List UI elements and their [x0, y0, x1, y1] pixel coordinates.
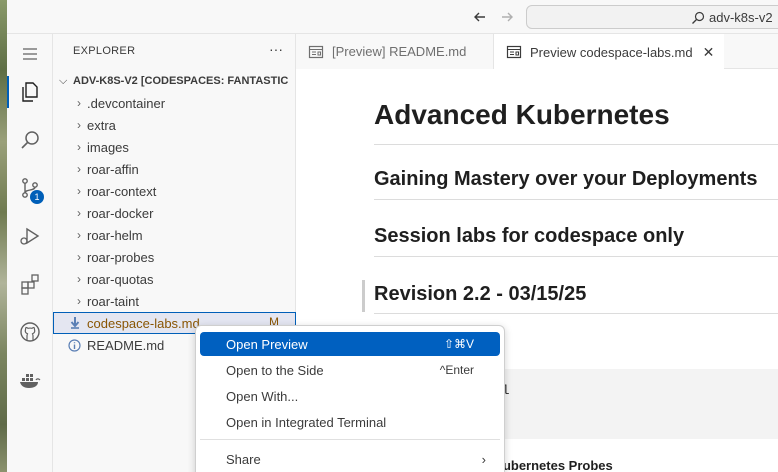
explorer-activity[interactable]: [7, 72, 53, 112]
file-label: README.md: [87, 337, 165, 353]
tab-preview-readme[interactable]: [Preview] README.md: [296, 34, 494, 69]
blockquote-bar: [362, 280, 365, 312]
source-control-activity[interactable]: 1: [7, 168, 53, 208]
docker-activity[interactable]: [7, 360, 53, 400]
explorer-title: EXPLORER: [73, 45, 136, 57]
docker-icon: [20, 374, 41, 388]
menu-item-label: Open Preview: [226, 336, 308, 352]
search-icon: [692, 11, 705, 24]
run-debug-activity[interactable]: [7, 216, 53, 256]
menu-item-open-in-terminal[interactable]: Open in Integrated Terminal: [200, 410, 500, 434]
chevron-right-icon: ›: [77, 118, 81, 132]
run-debug-icon: [20, 227, 40, 245]
scm-badge: 1: [30, 190, 44, 204]
tab-label: [Preview] README.md: [332, 44, 467, 59]
chevron-right-icon: ›: [77, 228, 81, 242]
chevron-right-icon: ›: [481, 451, 486, 467]
menu-item-shortcut: ^Enter: [439, 363, 474, 377]
menu-item-open-to-side[interactable]: Open to the Side ^Enter: [200, 358, 500, 382]
chevron-right-icon: ›: [77, 140, 81, 154]
heading-divider: [374, 313, 778, 314]
tree-folder-roar-affin[interactable]: › roar-affin: [53, 158, 296, 180]
folder-label: .devcontainer: [87, 95, 166, 111]
close-icon[interactable]: ✕: [703, 44, 715, 61]
extensions-activity[interactable]: [7, 264, 53, 304]
tree-folder-roar-context[interactable]: › roar-context: [53, 180, 296, 202]
github-icon: [20, 322, 40, 342]
workspace-root-label: ADV-K8S-V2 [CODESPACES: FANTASTIC: [73, 75, 289, 87]
menu-item-open-preview[interactable]: Open Preview ⇧⌘V: [200, 332, 500, 356]
tree-folder-extra[interactable]: › extra: [53, 114, 296, 136]
search-activity[interactable]: [7, 120, 53, 160]
chevron-right-icon: ›: [77, 250, 81, 264]
folder-label: roar-affin: [87, 161, 139, 177]
menu-item-label: Open in Integrated Terminal: [226, 414, 387, 430]
chevron-right-icon: ›: [77, 206, 81, 220]
preview-heading-2: Session labs for codespace only: [374, 225, 685, 247]
preview-icon: [506, 45, 522, 59]
menu-item-label: Open With...: [226, 388, 299, 404]
folder-label: roar-taint: [87, 293, 140, 309]
folder-label: roar-quotas: [87, 271, 154, 287]
files-icon: [22, 82, 38, 102]
chevron-right-icon: ›: [77, 272, 81, 286]
github-activity[interactable]: [7, 312, 53, 352]
tree-folder-roar-quotas[interactable]: › roar-quotas: [53, 268, 296, 290]
tab-preview-codespace-labs[interactable]: Preview codespace-labs.md ✕: [494, 34, 724, 70]
search-text: adv-k8s-v2: [709, 10, 773, 25]
menu-item-label: Open to the Side: [226, 362, 324, 378]
forward-arrow-icon[interactable]: [497, 7, 517, 27]
tree-folder-images[interactable]: › images: [53, 136, 296, 158]
heading-divider: [374, 144, 778, 145]
tree-folder-roar-helm[interactable]: › roar-helm: [53, 224, 296, 246]
tree-folder-devcontainer[interactable]: › .devcontainer: [53, 92, 296, 114]
tree-folder-roar-taint[interactable]: › roar-taint: [53, 290, 296, 312]
context-menu: Open Preview ⇧⌘V Open to the Side ^Enter…: [195, 325, 505, 472]
editor-tabs: [Preview] README.md Preview codespace-la…: [296, 34, 778, 70]
preview-heading-1: Advanced Kubernetes: [374, 99, 670, 130]
folder-label: roar-docker: [87, 205, 154, 221]
extensions-icon: [21, 274, 39, 295]
title-bar: adv-k8s-v2: [7, 0, 778, 34]
chevron-down-icon: ⌵: [59, 74, 68, 87]
heading-divider: [374, 199, 778, 200]
menu-separator: [200, 439, 500, 440]
chevron-right-icon: ›: [77, 96, 81, 110]
tree-folder-roar-probes[interactable]: › roar-probes: [53, 246, 296, 268]
desktop-background-strip: [0, 0, 7, 472]
heading-divider: [374, 256, 778, 257]
menu-button[interactable]: [7, 34, 53, 74]
folder-label: roar-probes: [87, 249, 155, 265]
more-actions-button[interactable]: ···: [265, 40, 287, 60]
menu-item-shortcut: ⇧⌘V: [443, 337, 474, 351]
markdown-download-icon: [53, 316, 87, 330]
tab-label: Preview codespace-labs.md: [530, 44, 693, 60]
preview-heading-2: Gaining Mastery over your Deployments: [374, 168, 758, 190]
tree-folder-roar-docker[interactable]: › roar-docker: [53, 202, 296, 224]
menu-item-share[interactable]: Share ›: [200, 447, 500, 471]
preview-heading-2: Revision 2.2 - 03/15/25: [374, 283, 587, 305]
folder-label: images: [87, 139, 129, 155]
folder-label: roar-helm: [87, 227, 143, 243]
chevron-right-icon: ›: [77, 184, 81, 198]
hamburger-menu-icon: [23, 48, 37, 60]
file-label: codespace-labs.md: [87, 315, 200, 331]
chevron-right-icon: ›: [77, 162, 81, 176]
back-arrow-icon[interactable]: [470, 7, 490, 27]
preview-icon: [308, 45, 324, 58]
workspace-root[interactable]: ⌵ ADV-K8S-V2 [CODESPACES: FANTASTIC: [53, 70, 296, 92]
chevron-right-icon: ›: [77, 294, 81, 308]
menu-item-open-with[interactable]: Open With...: [200, 384, 500, 408]
activity-bar: 1: [7, 34, 53, 472]
menu-item-label: Share: [226, 451, 261, 467]
folder-label: roar-context: [87, 183, 157, 199]
folder-label: extra: [87, 117, 116, 133]
command-center-search[interactable]: adv-k8s-v2: [526, 5, 778, 29]
search-activity-icon: [21, 131, 39, 149]
info-icon: [53, 338, 87, 352]
